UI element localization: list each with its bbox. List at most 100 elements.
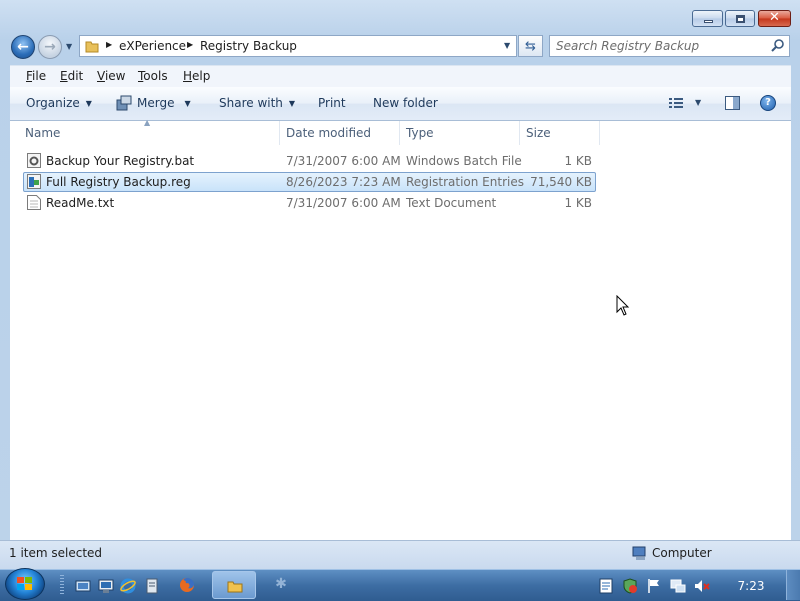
notepad-icon[interactable] [598,578,614,594]
file-row[interactable]: ReadMe.txt 7/31/2007 6:00 AM Text Docume… [23,193,596,213]
address-bar[interactable]: ▶ eXPerience ▶ Registry Backup ▼ [79,35,517,57]
volume-muted-icon[interactable] [694,578,710,594]
print-button[interactable]: Print [318,96,346,110]
organize-label: Organize [26,96,80,110]
breadcrumb-separator-icon: ▶ [187,40,194,49]
recent-pages-dropdown[interactable]: ▼ [66,42,72,51]
file-date: 7/31/2007 6:00 AM [286,196,401,210]
view-options-button[interactable]: ▼ [669,96,705,112]
computer-icon [632,546,648,561]
security-icon[interactable] [622,578,638,594]
explorer-window: ✕ ← → ▼ ▶ eXPerience ▶ Registry Backup ▼… [0,0,800,570]
menu-tools[interactable]: Tools [138,69,168,83]
share-with-button[interactable]: Share with ▼ [219,96,295,110]
taskbar-grip [60,575,64,595]
column-header-size[interactable]: Size [526,126,551,140]
share-with-label: Share with [219,96,283,110]
column-header-type[interactable]: Type [406,126,434,140]
network-icon[interactable] [670,578,686,594]
batch-file-icon [27,153,41,168]
merge-icon [116,95,132,111]
minimize-icon [704,20,713,23]
search-box [549,35,790,57]
chevron-down-icon: ▼ [288,99,296,108]
folder-icon [85,39,99,53]
refresh-button[interactable]: ⇆ [518,35,543,57]
search-icon[interactable] [771,38,785,54]
breadcrumb-item-registry-backup[interactable]: Registry Backup [200,39,297,53]
file-date: 7/31/2007 6:00 AM [286,154,401,168]
column-divider[interactable] [599,121,600,145]
menu-help[interactable]: Help [183,69,210,83]
file-name: ReadMe.txt [46,196,115,210]
menu-file[interactable]: File [26,69,46,83]
file-date: 8/26/2023 7:23 AM [286,175,401,189]
close-button[interactable]: ✕ [758,10,791,27]
forward-arrow-icon: → [44,39,56,55]
file-list: ▲ Name Date modified Type Size Backup Yo… [10,118,791,540]
file-type: Text Document [406,196,497,210]
maximize-button[interactable] [725,10,755,27]
column-header-date-modified[interactable]: Date modified [286,126,371,140]
windows-explorer-icon [227,578,243,594]
start-button[interactable] [5,568,45,600]
internet-explorer-icon[interactable] [120,578,136,594]
firefox-task[interactable] [165,571,209,599]
close-icon: ✕ [769,10,780,25]
generic-app-icon: ✱ [275,576,287,592]
registry-file-icon [27,174,41,189]
remote-desktop-icon[interactable] [98,578,114,594]
column-divider[interactable] [279,121,280,145]
column-divider[interactable] [519,121,520,145]
chevron-down-icon: ▼ [85,99,92,108]
file-size: 1 KB [564,196,592,210]
file-row[interactable]: Full Registry Backup.reg 8/26/2023 7:23 … [23,172,596,192]
show-desktop-icon[interactable] [75,578,91,594]
minimize-button[interactable] [692,10,723,27]
maximize-icon [736,15,745,23]
chevron-down-icon: ▼ [184,99,191,108]
new-folder-button[interactable]: New folder [373,96,438,110]
column-header-name[interactable]: Name [25,126,60,140]
generic-app-icon[interactable] [144,578,160,594]
file-type: Registration Entries [406,175,524,189]
file-size: 1 KB [564,154,592,168]
command-bar: Organize ▼ Merge ▼ Share with ▼ Print New f… [10,87,791,121]
forward-button[interactable]: → [38,35,62,59]
status-bar: 1 item selected Computer [0,540,800,570]
breadcrumb-separator-icon: ▶ [106,40,113,49]
address-history-dropdown[interactable]: ▼ [504,41,510,50]
back-button[interactable]: ← [11,35,35,59]
view-list-icon [669,97,683,110]
app-task[interactable]: ✱ [259,571,303,599]
menu-bar: File Edit View Tools Help [10,65,791,87]
chevron-down-icon: ▼ [695,98,702,107]
file-name: Full Registry Backup.reg [46,175,191,189]
action-center-flag-icon[interactable] [646,578,662,594]
merge-label: Merge [137,96,175,110]
file-name: Backup Your Registry.bat [46,154,195,168]
back-arrow-icon: ← [17,39,29,55]
file-size: 71,540 KB [530,175,592,189]
sort-arrow-icon: ▲ [144,118,151,127]
preview-pane-icon [725,96,740,110]
taskbar-clock[interactable]: 7:23 [726,579,776,593]
search-input[interactable] [556,38,761,54]
breadcrumb-item-experience[interactable]: eXPerience [119,39,186,53]
windows-explorer-task[interactable] [212,571,256,599]
preview-pane-button[interactable] [725,96,741,111]
organize-button[interactable]: Organize ▼ [26,96,92,110]
help-button[interactable]: ? [760,95,776,111]
file-row[interactable]: Backup Your Registry.bat 7/31/2007 6:00 … [23,151,596,171]
menu-edit[interactable]: Edit [60,69,83,83]
windows-logo-icon [17,577,33,591]
help-icon: ? [765,97,771,108]
file-type: Windows Batch File [406,154,522,168]
merge-button[interactable]: Merge ▼ [137,96,191,110]
location-status: Computer [652,546,712,560]
menu-view[interactable]: View [97,69,125,83]
selection-status: 1 item selected [9,546,103,560]
column-divider[interactable] [399,121,400,145]
mouse-cursor-icon [616,294,630,317]
show-desktop-button[interactable] [786,570,800,600]
